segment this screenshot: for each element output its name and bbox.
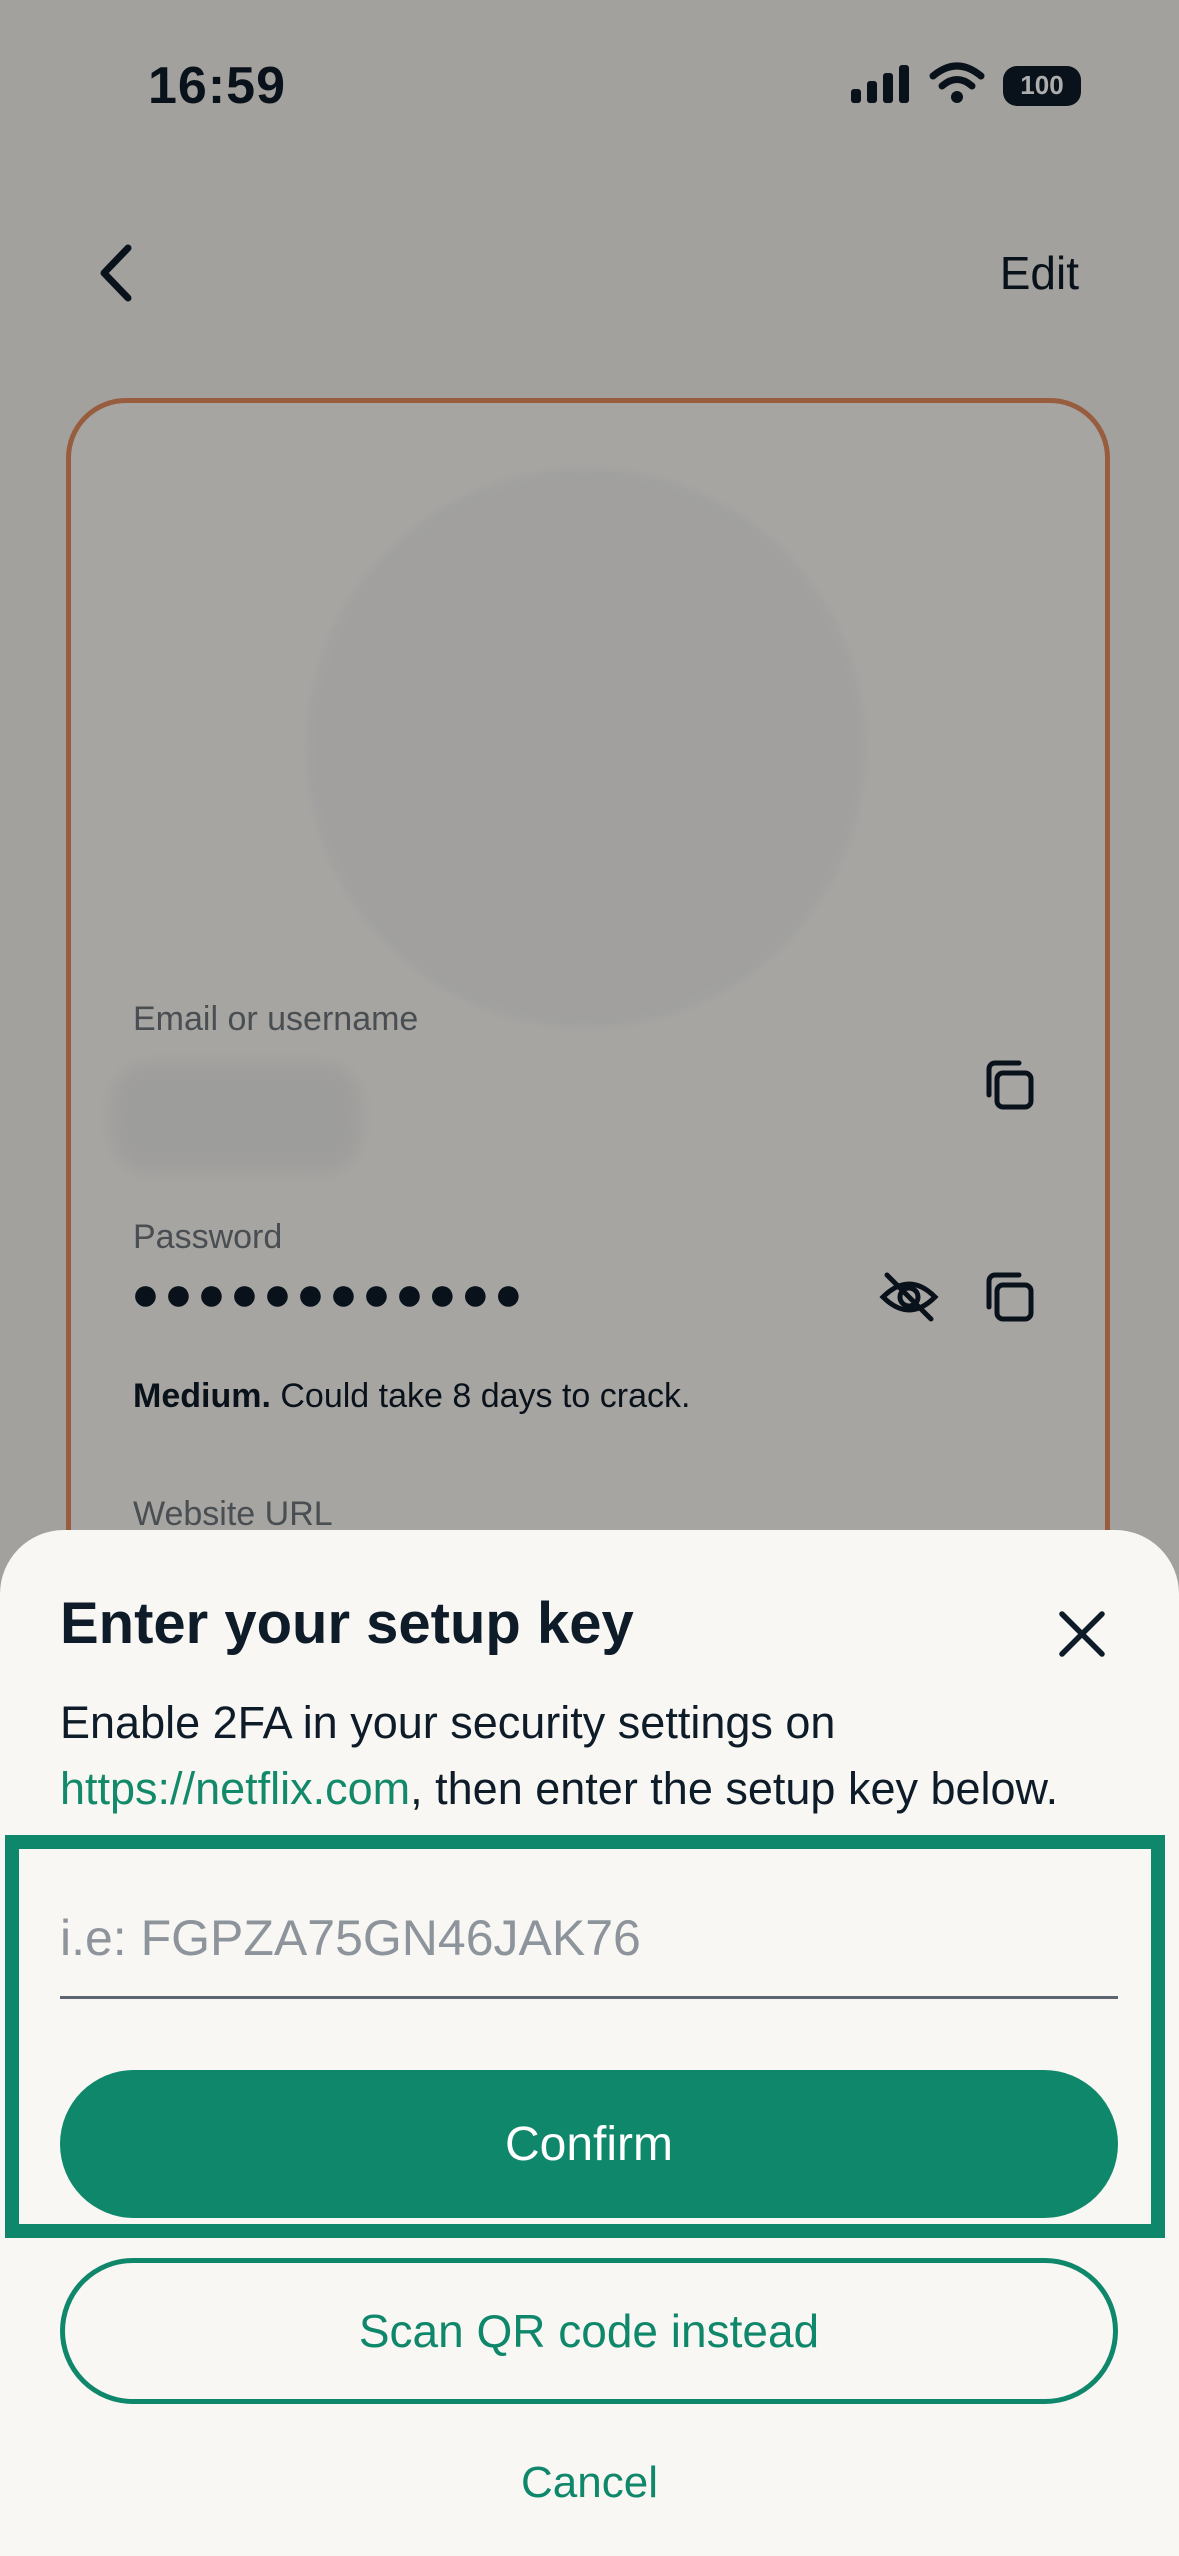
- setup-key-input[interactable]: [60, 1880, 1118, 1999]
- scan-qr-button[interactable]: Scan QR code instead: [60, 2258, 1118, 2404]
- setup-key-sheet: Enter your setup key Enable 2FA in your …: [0, 1530, 1179, 2556]
- description-suffix: , then enter the setup key below.: [410, 1763, 1059, 1814]
- description-prefix: Enable 2FA in your security settings on: [60, 1697, 836, 1748]
- sheet-title: Enter your setup key: [60, 1591, 634, 1656]
- close-button[interactable]: [1050, 1602, 1114, 1666]
- close-icon: [1059, 1611, 1105, 1657]
- cancel-button[interactable]: Cancel: [0, 2458, 1179, 2508]
- sheet-description: Enable 2FA in your security settings on …: [60, 1690, 1140, 1822]
- confirm-button[interactable]: Confirm: [60, 2070, 1118, 2218]
- netflix-link[interactable]: https://netflix.com: [60, 1763, 410, 1814]
